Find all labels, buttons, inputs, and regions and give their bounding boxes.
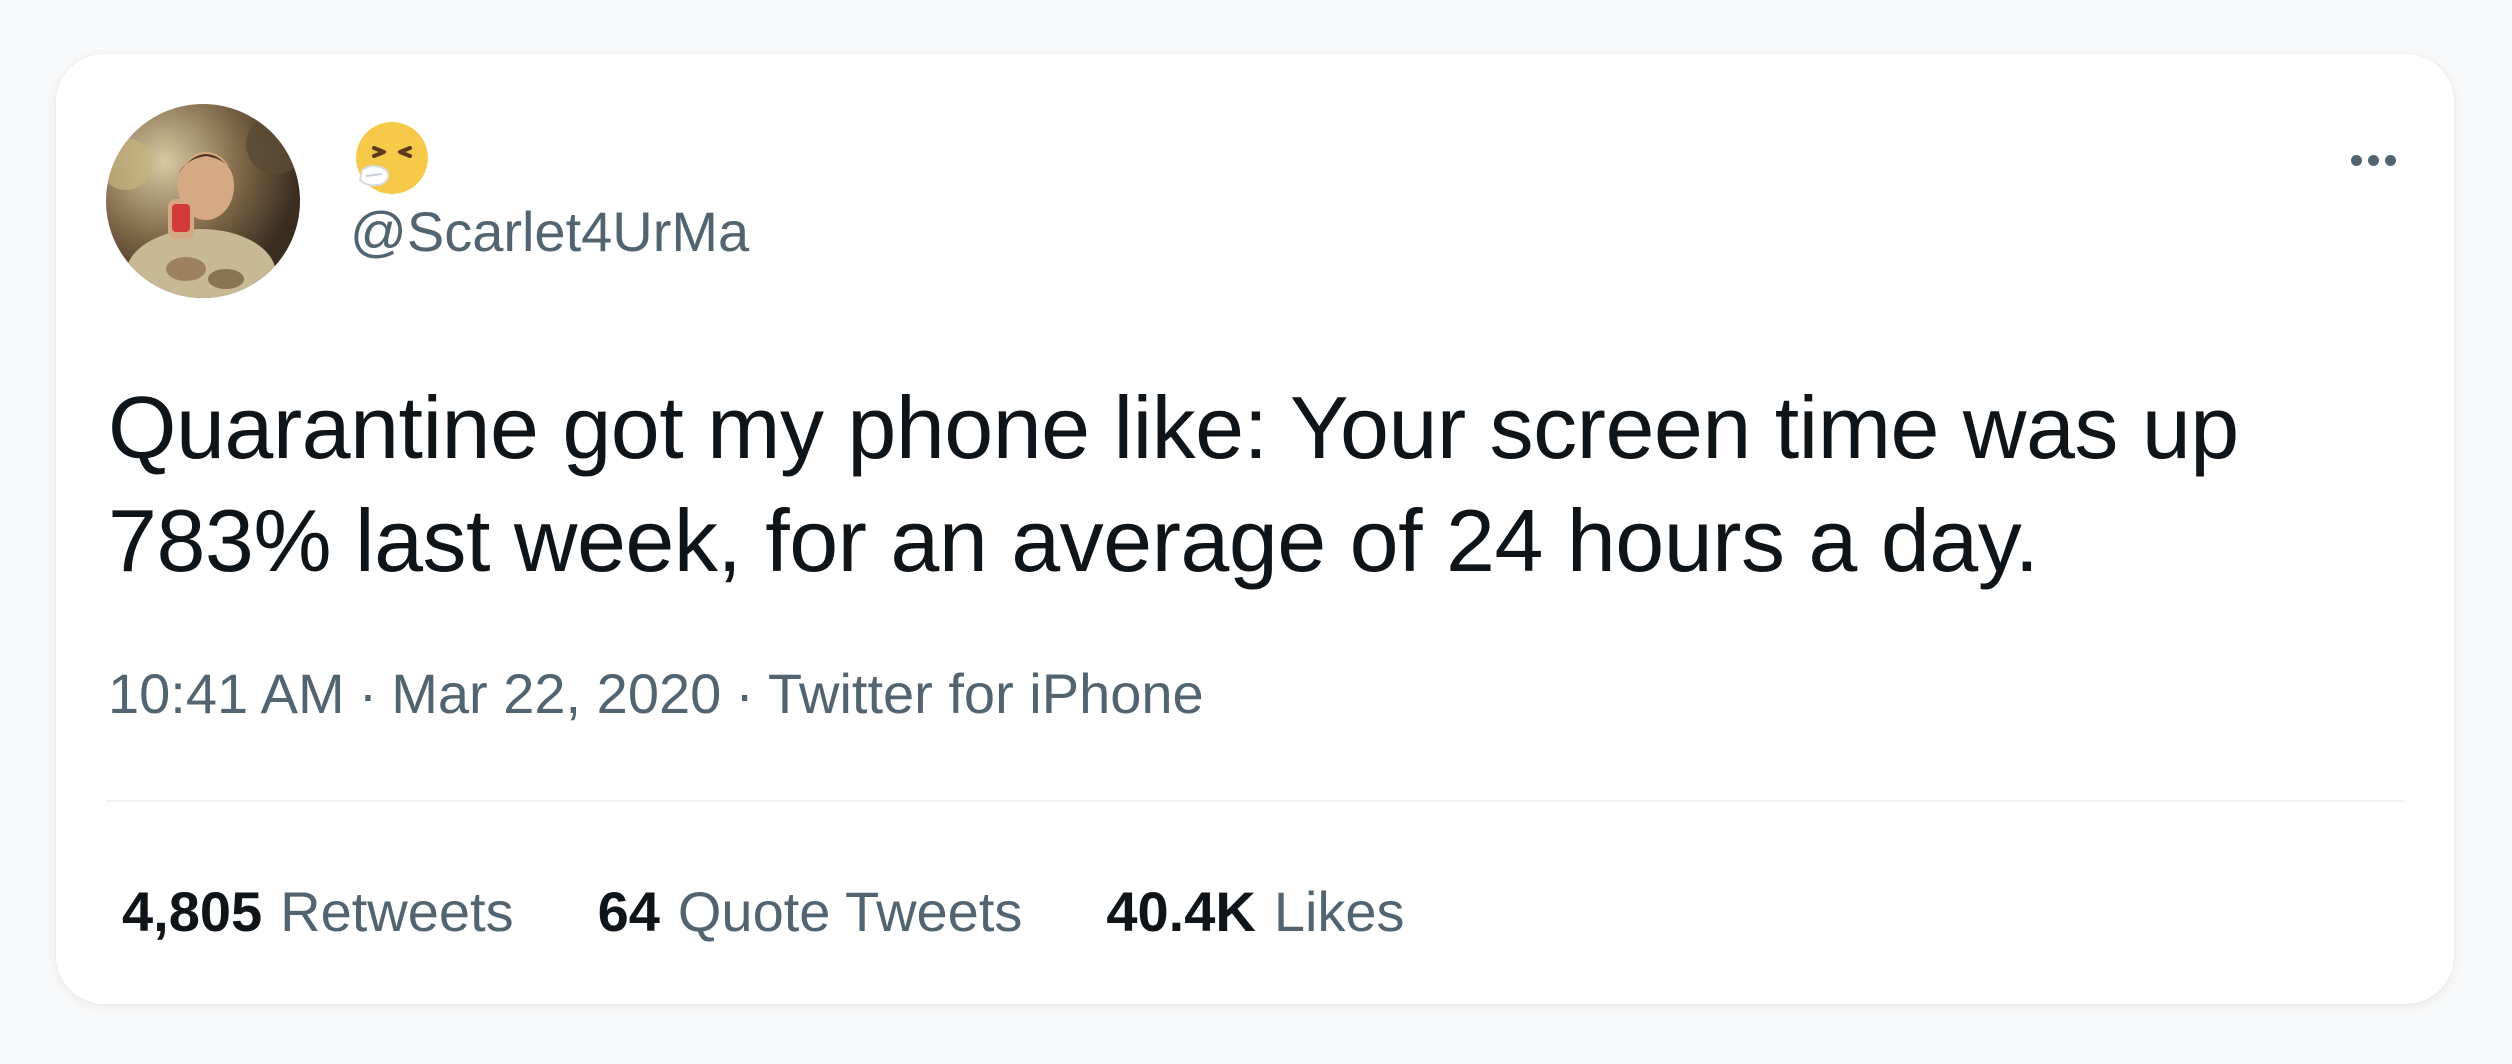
tweet-meta: 10:41 AM · Mar 22, 2020 · Twitter for iPhone: [108, 666, 1204, 722]
more-dot: [2367, 154, 2379, 166]
likes-label: Likes: [1273, 880, 1405, 943]
user-handle[interactable]: @Scarlet4UrMa: [350, 204, 749, 260]
retweets-stat[interactable]: 4,805 Retweets: [122, 884, 514, 940]
likes-stat[interactable]: 40.4K Likes: [1106, 884, 1404, 940]
meta-separator: ·: [735, 662, 754, 725]
more-dot: [2350, 154, 2362, 166]
divider: [106, 800, 2404, 802]
more-options-icon[interactable]: [2328, 130, 2418, 190]
retweets-count: 4,805: [122, 880, 263, 943]
meta-separator: ·: [358, 662, 378, 725]
tweet-source[interactable]: Twitter for iPhone: [768, 662, 1204, 725]
retweets-label: Retweets: [280, 880, 514, 943]
quote-tweets-stat[interactable]: 64 Quote Tweets: [598, 884, 1023, 940]
tweet-date[interactable]: Mar 22, 2020: [391, 662, 721, 725]
quote-tweets-label: Quote Tweets: [677, 880, 1023, 943]
quote-tweets-count: 64: [597, 880, 660, 943]
more-dot: [2384, 154, 2396, 166]
tweet-time[interactable]: 10:41 AM: [108, 662, 345, 725]
tweet-text: Quarantine got my phone like: Your scree…: [108, 378, 2239, 590]
tweet-stats: 4,805 Retweets 64 Quote Tweets 40.4K Likes: [122, 884, 1405, 940]
display-name-emoji[interactable]: [352, 118, 432, 198]
avatar-photo: [106, 104, 300, 298]
tweet-card: @Scarlet4UrMa Quarantine got my phone li…: [56, 54, 2454, 1004]
sneezing-face-icon: [356, 122, 428, 194]
avatar[interactable]: [106, 104, 300, 298]
page: @Scarlet4UrMa Quarantine got my phone li…: [0, 0, 2512, 1064]
likes-count: 40.4K: [1106, 880, 1256, 943]
